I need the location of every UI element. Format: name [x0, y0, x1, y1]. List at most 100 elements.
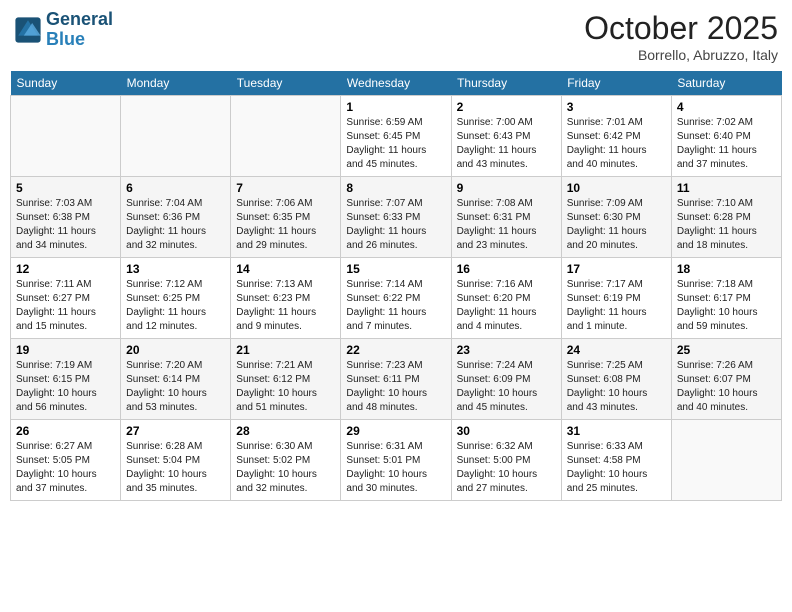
day-number: 18: [677, 262, 776, 276]
day-info: Sunrise: 7:26 AM Sunset: 6:07 PM Dayligh…: [677, 359, 776, 415]
calendar-week-4: 19 Sunrise: 7:19 AM Sunset: 6:15 PM Dayli…: [11, 339, 782, 420]
day-info: Sunrise: 7:06 AM Sunset: 6:35 PM Dayligh…: [236, 197, 335, 253]
day-info: Sunrise: 7:19 AM Sunset: 6:15 PM Dayligh…: [16, 359, 115, 415]
day-info: Sunrise: 7:16 AM Sunset: 6:20 PM Dayligh…: [457, 278, 556, 334]
calendar-cell: 21 Sunrise: 7:21 AM Sunset: 6:12 PM Dayli…: [231, 339, 341, 420]
calendar-cell: 7Sunrise: 7:06 AM Sunset: 6:35 PM Daylig…: [231, 177, 341, 258]
day-info: Sunrise: 7:11 AM Sunset: 6:27 PM Dayligh…: [16, 278, 115, 334]
calendar-cell: 9 Sunrise: 7:08 AM Sunset: 6:31 PM Daylig…: [451, 177, 561, 258]
calendar-cell: 5 Sunrise: 7:03 AM Sunset: 6:38 PM Daylig…: [11, 177, 121, 258]
day-header-tuesday: Tuesday: [231, 71, 341, 96]
calendar-cell: 8Sunrise: 7:07 AM Sunset: 6:33 PM Daylig…: [341, 177, 451, 258]
day-info: Sunrise: 7:24 AM Sunset: 6:09 PM Dayligh…: [457, 359, 556, 415]
day-number: 31: [567, 424, 666, 438]
location: Borrello, Abruzzo, Italy: [584, 47, 778, 63]
calendar-table: SundayMondayTuesdayWednesdayThursdayFrid…: [10, 71, 782, 501]
day-number: 14: [236, 262, 335, 276]
day-info: Sunrise: 7:04 AM Sunset: 6:36 PM Dayligh…: [126, 197, 225, 253]
calendar-week-1: 1Sunrise: 6:59 AM Sunset: 6:45 PM Daylig…: [11, 96, 782, 177]
day-number: 24: [567, 343, 666, 357]
calendar-cell: 11 Sunrise: 7:10 AM Sunset: 6:28 PM Dayli…: [671, 177, 781, 258]
calendar-cell: 10 Sunrise: 7:09 AM Sunset: 6:30 PM Dayli…: [561, 177, 671, 258]
day-number: 11: [677, 181, 776, 195]
title-block: October 2025 Borrello, Abruzzo, Italy: [584, 10, 778, 63]
calendar-cell: 16Sunrise: 7:16 AM Sunset: 6:20 PM Dayli…: [451, 258, 561, 339]
calendar-cell: 6Sunrise: 7:04 AM Sunset: 6:36 PM Daylig…: [121, 177, 231, 258]
calendar-cell: 1Sunrise: 6:59 AM Sunset: 6:45 PM Daylig…: [341, 96, 451, 177]
day-info: Sunrise: 6:31 AM Sunset: 5:01 PM Dayligh…: [346, 440, 445, 496]
calendar-cell: [11, 96, 121, 177]
day-header-sunday: Sunday: [11, 71, 121, 96]
day-number: 5: [16, 181, 115, 195]
day-number: 19: [16, 343, 115, 357]
day-number: 21: [236, 343, 335, 357]
calendar-cell: 28 Sunrise: 6:30 AM Sunset: 5:02 PM Dayli…: [231, 420, 341, 501]
day-number: 1: [346, 100, 445, 114]
day-info: Sunrise: 6:33 AM Sunset: 4:58 PM Dayligh…: [567, 440, 666, 496]
logo: General Blue: [14, 10, 113, 50]
calendar-week-5: 26Sunrise: 6:27 AM Sunset: 5:05 PM Dayli…: [11, 420, 782, 501]
calendar-cell: 18 Sunrise: 7:18 AM Sunset: 6:17 PM Dayli…: [671, 258, 781, 339]
day-number: 4: [677, 100, 776, 114]
day-number: 26: [16, 424, 115, 438]
day-number: 8: [346, 181, 445, 195]
header: General Blue October 2025 Borrello, Abru…: [10, 10, 782, 63]
day-number: 23: [457, 343, 556, 357]
day-number: 12: [16, 262, 115, 276]
calendar-cell: 20 Sunrise: 7:20 AM Sunset: 6:14 PM Dayli…: [121, 339, 231, 420]
logo-text: General Blue: [46, 10, 113, 50]
day-info: Sunrise: 7:08 AM Sunset: 6:31 PM Dayligh…: [457, 197, 556, 253]
day-header-friday: Friday: [561, 71, 671, 96]
day-header-monday: Monday: [121, 71, 231, 96]
calendar-cell: 19 Sunrise: 7:19 AM Sunset: 6:15 PM Dayli…: [11, 339, 121, 420]
logo-icon: [14, 16, 42, 44]
day-number: 2: [457, 100, 556, 114]
day-header-wednesday: Wednesday: [341, 71, 451, 96]
month-title: October 2025: [584, 10, 778, 47]
calendar-cell: [121, 96, 231, 177]
calendar-cell: 30 Sunrise: 6:32 AM Sunset: 5:00 PM Dayli…: [451, 420, 561, 501]
calendar-cell: 14 Sunrise: 7:13 AM Sunset: 6:23 PM Dayli…: [231, 258, 341, 339]
day-info: Sunrise: 7:18 AM Sunset: 6:17 PM Dayligh…: [677, 278, 776, 334]
calendar-week-2: 5 Sunrise: 7:03 AM Sunset: 6:38 PM Daylig…: [11, 177, 782, 258]
day-info: Sunrise: 7:21 AM Sunset: 6:12 PM Dayligh…: [236, 359, 335, 415]
day-info: Sunrise: 7:25 AM Sunset: 6:08 PM Dayligh…: [567, 359, 666, 415]
day-info: Sunrise: 6:32 AM Sunset: 5:00 PM Dayligh…: [457, 440, 556, 496]
calendar-cell: 26Sunrise: 6:27 AM Sunset: 5:05 PM Dayli…: [11, 420, 121, 501]
calendar-cell: 4 Sunrise: 7:02 AM Sunset: 6:40 PM Daylig…: [671, 96, 781, 177]
day-info: Sunrise: 7:13 AM Sunset: 6:23 PM Dayligh…: [236, 278, 335, 334]
day-number: 3: [567, 100, 666, 114]
day-header-thursday: Thursday: [451, 71, 561, 96]
day-number: 15: [346, 262, 445, 276]
day-number: 13: [126, 262, 225, 276]
calendar-cell: 3Sunrise: 7:01 AM Sunset: 6:42 PM Daylig…: [561, 96, 671, 177]
day-number: 17: [567, 262, 666, 276]
day-info: Sunrise: 7:09 AM Sunset: 6:30 PM Dayligh…: [567, 197, 666, 253]
calendar-cell: 2Sunrise: 7:00 AM Sunset: 6:43 PM Daylig…: [451, 96, 561, 177]
day-header-saturday: Saturday: [671, 71, 781, 96]
day-number: 20: [126, 343, 225, 357]
day-number: 10: [567, 181, 666, 195]
day-number: 30: [457, 424, 556, 438]
day-info: Sunrise: 6:28 AM Sunset: 5:04 PM Dayligh…: [126, 440, 225, 496]
calendar-cell: 22 Sunrise: 7:23 AM Sunset: 6:11 PM Dayli…: [341, 339, 451, 420]
calendar-page: General Blue October 2025 Borrello, Abru…: [0, 0, 792, 511]
day-info: Sunrise: 7:10 AM Sunset: 6:28 PM Dayligh…: [677, 197, 776, 253]
calendar-week-3: 12 Sunrise: 7:11 AM Sunset: 6:27 PM Dayli…: [11, 258, 782, 339]
day-info: Sunrise: 7:20 AM Sunset: 6:14 PM Dayligh…: [126, 359, 225, 415]
day-number: 29: [346, 424, 445, 438]
day-info: Sunrise: 7:12 AM Sunset: 6:25 PM Dayligh…: [126, 278, 225, 334]
day-number: 22: [346, 343, 445, 357]
day-info: Sunrise: 7:23 AM Sunset: 6:11 PM Dayligh…: [346, 359, 445, 415]
day-info: Sunrise: 6:30 AM Sunset: 5:02 PM Dayligh…: [236, 440, 335, 496]
day-info: Sunrise: 7:02 AM Sunset: 6:40 PM Dayligh…: [677, 116, 776, 172]
day-info: Sunrise: 7:03 AM Sunset: 6:38 PM Dayligh…: [16, 197, 115, 253]
calendar-cell: 25Sunrise: 7:26 AM Sunset: 6:07 PM Dayli…: [671, 339, 781, 420]
calendar-cell: 15Sunrise: 7:14 AM Sunset: 6:22 PM Dayli…: [341, 258, 451, 339]
calendar-cell: 17Sunrise: 7:17 AM Sunset: 6:19 PM Dayli…: [561, 258, 671, 339]
day-number: 28: [236, 424, 335, 438]
calendar-cell: [671, 420, 781, 501]
calendar-cell: 24 Sunrise: 7:25 AM Sunset: 6:08 PM Dayli…: [561, 339, 671, 420]
day-number: 9: [457, 181, 556, 195]
calendar-cell: 12 Sunrise: 7:11 AM Sunset: 6:27 PM Dayli…: [11, 258, 121, 339]
